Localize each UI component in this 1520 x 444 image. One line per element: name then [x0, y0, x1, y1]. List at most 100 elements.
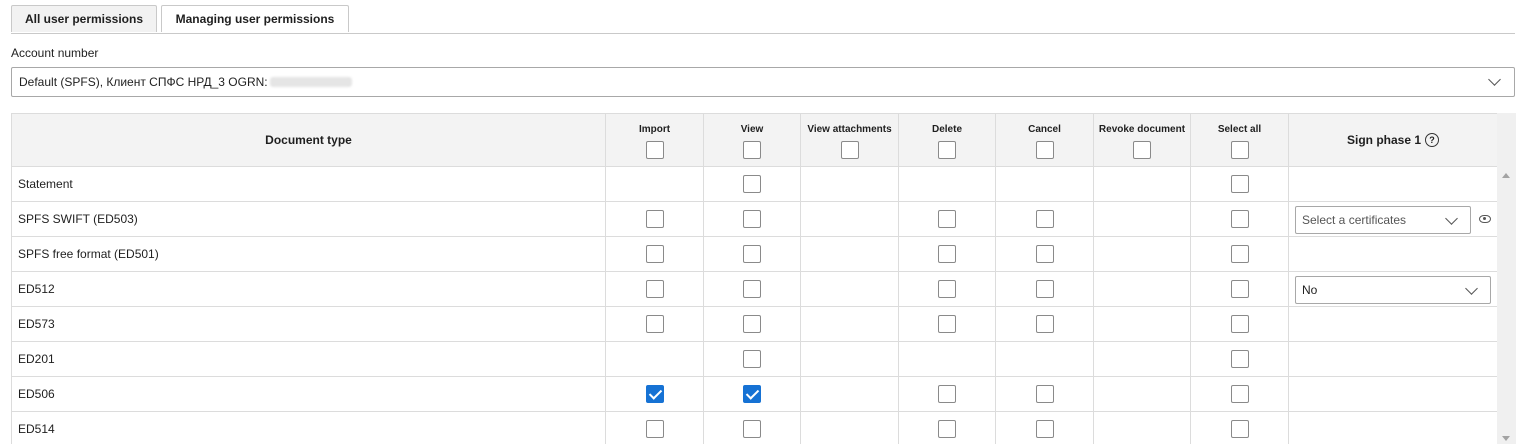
import-cell	[605, 376, 704, 412]
cancel-cell	[995, 236, 1094, 272]
delete-checkbox[interactable]	[938, 385, 956, 403]
view-checkbox[interactable]	[743, 385, 761, 403]
revoke-cell	[1093, 411, 1191, 444]
account-number-value: Default (SPFS), Клиент СПФС НРД_3 OGRN:	[19, 75, 268, 89]
table-row: Statement	[11, 166, 1498, 202]
import-cell	[605, 341, 704, 377]
import-cell	[605, 271, 704, 307]
cancel-cell	[995, 341, 1094, 377]
cancel-checkbox[interactable]	[1035, 315, 1054, 333]
vertical-scrollbar[interactable]	[1497, 113, 1516, 444]
select-all-cell	[1190, 166, 1289, 202]
view-checkbox[interactable]	[743, 315, 761, 333]
select-all-checkbox[interactable]	[1230, 175, 1249, 193]
select-all-checkbox[interactable]	[1230, 210, 1249, 228]
select-all-master-checkbox[interactable]	[1230, 141, 1249, 159]
view-attachments-cell	[800, 411, 899, 444]
header-document-type: Document type	[11, 113, 606, 167]
import-checkbox[interactable]	[645, 385, 664, 403]
revoke-cell	[1093, 166, 1191, 202]
import-checkbox[interactable]	[645, 315, 664, 333]
import-cell	[605, 411, 704, 444]
account-number-label: Account number	[11, 46, 99, 60]
table-body: Statement SPFS SWIFT (ED503) Select a cert…	[11, 166, 1498, 444]
ogrn-redacted	[269, 77, 352, 87]
certificate-select[interactable]: Select a certificates	[1295, 206, 1471, 234]
view-attachments-cell	[800, 341, 899, 377]
document-type-cell: SPFS SWIFT (ED503)	[11, 201, 606, 237]
view-checkbox[interactable]	[743, 420, 761, 438]
help-circle-icon[interactable]: ?	[1425, 133, 1440, 148]
delete-cell	[898, 341, 996, 377]
tab-all-user-permissions[interactable]: All user permissions	[11, 5, 157, 32]
account-number-select[interactable]: Default (SPFS), Клиент СПФС НРД_3 OGRN:	[11, 67, 1515, 97]
delete-cell	[898, 271, 996, 307]
select-all-checkbox[interactable]	[1230, 420, 1249, 438]
import-cell	[605, 236, 704, 272]
select-value: No	[1302, 283, 1318, 297]
select-all-checkbox[interactable]	[1230, 385, 1249, 403]
cancel-checkbox[interactable]	[1035, 245, 1054, 263]
scroll-down-arrow[interactable]	[1502, 436, 1510, 441]
delete-checkbox[interactable]	[938, 280, 956, 298]
delete-cell	[898, 201, 996, 237]
cancel-all-checkbox[interactable]	[1035, 141, 1054, 159]
select-all-checkbox[interactable]	[1230, 280, 1249, 298]
delete-cell	[898, 411, 996, 444]
delete-checkbox[interactable]	[938, 315, 956, 333]
revoke-all-checkbox[interactable]	[1133, 141, 1151, 159]
import-cell	[605, 306, 704, 342]
delete-checkbox[interactable]	[938, 245, 956, 263]
delete-checkbox[interactable]	[938, 420, 956, 438]
select-all-cell	[1190, 306, 1289, 342]
eye-icon[interactable]	[1479, 215, 1491, 223]
import-all-checkbox[interactable]	[645, 141, 664, 159]
view-checkbox[interactable]	[743, 210, 761, 228]
tab-divider	[11, 33, 1515, 34]
sign-phase-select[interactable]: No	[1295, 276, 1491, 304]
view-all-checkbox[interactable]	[743, 141, 761, 159]
cancel-checkbox[interactable]	[1035, 280, 1054, 298]
delete-cell	[898, 236, 996, 272]
chevron-down-icon	[1465, 282, 1478, 295]
view-checkbox[interactable]	[743, 350, 761, 368]
cancel-checkbox[interactable]	[1035, 210, 1054, 228]
import-checkbox[interactable]	[645, 280, 664, 298]
delete-all-checkbox[interactable]	[938, 141, 956, 159]
header-delete-label: Delete	[931, 124, 962, 135]
view-checkbox[interactable]	[743, 280, 761, 298]
select-all-checkbox[interactable]	[1230, 315, 1249, 333]
cancel-checkbox[interactable]	[1035, 420, 1054, 438]
view-cell	[703, 166, 801, 202]
revoke-cell	[1093, 306, 1191, 342]
cancel-checkbox[interactable]	[1035, 385, 1054, 403]
view-checkbox[interactable]	[743, 175, 761, 193]
view-attachments-cell	[800, 166, 899, 202]
revoke-cell	[1093, 341, 1191, 377]
import-cell	[605, 166, 704, 202]
sign-phase-1-cell	[1288, 376, 1498, 412]
scroll-up-arrow[interactable]	[1502, 173, 1510, 178]
select-all-checkbox[interactable]	[1230, 350, 1249, 368]
view-checkbox[interactable]	[743, 245, 761, 263]
delete-cell	[898, 166, 996, 202]
select-all-cell	[1190, 271, 1289, 307]
view-attachments-cell	[800, 376, 899, 412]
cancel-cell	[995, 376, 1094, 412]
delete-checkbox[interactable]	[938, 210, 956, 228]
header-delete: Delete	[898, 113, 996, 167]
import-checkbox[interactable]	[645, 420, 664, 438]
header-import: Import	[605, 113, 704, 167]
import-checkbox[interactable]	[645, 245, 664, 263]
view-attachments-all-checkbox[interactable]	[840, 141, 859, 159]
document-type-cell: SPFS free format (ED501)	[11, 236, 606, 272]
table-row: SPFS SWIFT (ED503) Select a certificates	[11, 201, 1498, 237]
tab-managing-user-permissions[interactable]: Managing user permissions	[161, 5, 349, 32]
sign-phase-1-cell: Select a certificates	[1288, 201, 1498, 237]
import-checkbox[interactable]	[645, 210, 664, 228]
document-type-cell: Statement	[11, 166, 606, 202]
select-all-checkbox[interactable]	[1230, 245, 1249, 263]
scrollbar-thumb[interactable]	[1500, 185, 1513, 431]
table-row: ED506	[11, 376, 1498, 412]
revoke-cell	[1093, 201, 1191, 237]
